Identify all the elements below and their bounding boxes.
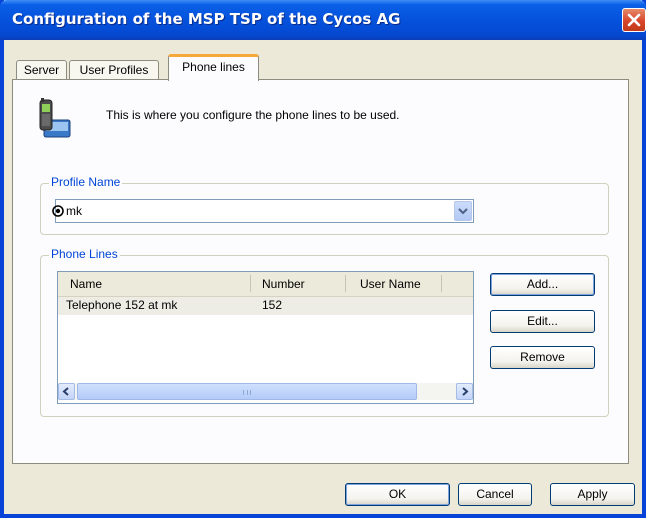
tab-server[interactable]: Server	[16, 60, 67, 80]
tab-phone-lines[interactable]: Phone lines	[168, 54, 259, 81]
list-header: Name Number User Name	[58, 272, 473, 297]
intro-text: This is where you configure the phone li…	[106, 108, 400, 122]
title-bar[interactable]: Configuration of the MSP TSP of the Cyco…	[0, 0, 646, 40]
apply-button[interactable]: Apply	[550, 483, 635, 506]
close-icon	[627, 13, 641, 27]
edit-button[interactable]: Edit...	[490, 310, 595, 333]
remove-button[interactable]: Remove	[490, 346, 595, 369]
column-header-number[interactable]: Number	[262, 277, 305, 291]
add-button-label: Add...	[526, 277, 559, 291]
column-divider[interactable]	[441, 275, 442, 292]
ok-button[interactable]: OK	[345, 483, 450, 506]
profile-select[interactable]: mk	[52, 199, 474, 223]
column-header-name[interactable]: Name	[70, 277, 102, 291]
row-number: 152	[262, 298, 283, 312]
table-row[interactable]: Telephone 152 at mk 152	[58, 297, 473, 315]
column-divider[interactable]	[345, 275, 346, 292]
grip-icon	[243, 390, 251, 395]
column-header-user-name[interactable]: User Name	[360, 277, 421, 291]
window-title: Configuration of the MSP TSP of the Cyco…	[12, 10, 401, 28]
tab-user-profiles-label: User Profiles	[79, 63, 149, 77]
tab-phone-lines-label: Phone lines	[182, 60, 245, 74]
cancel-button-label: Cancel	[476, 487, 514, 501]
dropdown-button[interactable]	[454, 201, 472, 221]
phone-lines-label: Phone Lines	[49, 247, 120, 261]
phone-lines-list[interactable]: Name Number User Name Telephone 152 at m…	[57, 271, 474, 404]
arrow-left-icon	[62, 387, 69, 396]
edit-button-label: Edit...	[527, 314, 558, 328]
remove-button-label: Remove	[520, 350, 565, 364]
column-divider[interactable]	[250, 275, 251, 292]
horizontal-scrollbar[interactable]	[58, 383, 473, 400]
chevron-down-icon	[458, 208, 468, 215]
scroll-left-button[interactable]	[58, 383, 75, 400]
add-button[interactable]: Add...	[490, 273, 595, 296]
scroll-right-button[interactable]	[456, 383, 473, 400]
close-button[interactable]	[622, 8, 646, 32]
arrow-right-icon	[462, 387, 469, 396]
radio-target-icon	[52, 205, 64, 217]
phone-computer-icon	[36, 98, 72, 140]
profile-name-label: Profile Name	[49, 175, 123, 189]
tab-user-profiles[interactable]: User Profiles	[69, 60, 159, 80]
tab-server-label: Server	[23, 63, 60, 77]
cancel-button[interactable]: Cancel	[458, 483, 532, 506]
scroll-thumb[interactable]	[77, 383, 417, 400]
row-name: Telephone 152 at mk	[66, 298, 178, 312]
profile-select-value: mk	[66, 204, 82, 218]
ok-button-label: OK	[388, 487, 407, 501]
apply-button-label: Apply	[577, 487, 608, 501]
